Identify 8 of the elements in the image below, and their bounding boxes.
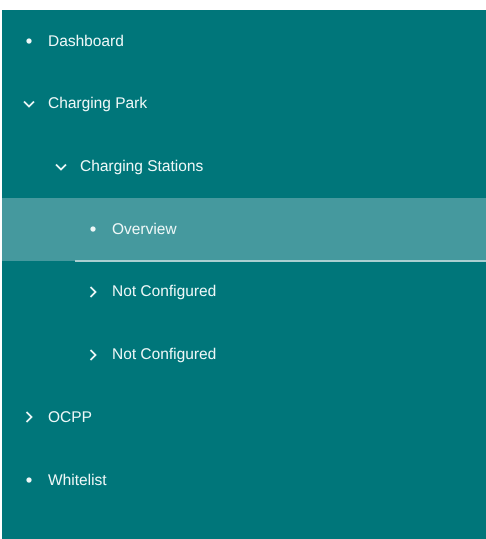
tree-item[interactable]: OCPP xyxy=(2,386,486,449)
tree-item[interactable]: Charging Park xyxy=(2,72,486,136)
tree-item[interactable]: Not Configured xyxy=(2,260,486,324)
tree-item[interactable]: Whitelist xyxy=(2,448,486,512)
tree-item[interactable]: Overview xyxy=(2,198,486,261)
tree-item[interactable]: Dashboard xyxy=(2,10,486,73)
tree-item[interactable]: Not Configured xyxy=(2,323,486,386)
tree-item[interactable]: Charging Stations xyxy=(2,135,486,198)
